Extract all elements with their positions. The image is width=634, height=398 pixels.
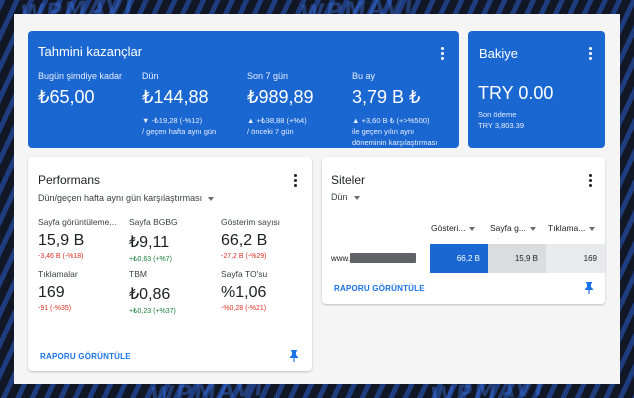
metric-value: 3,79 B ₺ — [352, 87, 421, 107]
sites-title: Siteler — [331, 173, 366, 187]
metric-comparison-note: / önceki 7 gün — [247, 127, 294, 136]
redacted-site-name — [350, 253, 416, 263]
metric-comparison: ▲ +₺38,88 (+%4) / önceki 7 gün — [247, 115, 314, 137]
metric-change: ▲ +3,60 B ₺ (+>%500) — [352, 116, 430, 125]
stat-change: -%0,28 (-%21) — [221, 305, 267, 312]
chevron-down-icon — [353, 195, 360, 200]
stat-label: TBM — [129, 269, 147, 279]
metric-value: ₺65,00 — [38, 87, 95, 107]
metric-comparison-note: ile geçen yılın aynı — [352, 127, 415, 136]
metric-today: Bugün şimdiye kadar ₺65,00 — [38, 71, 122, 108]
sites-card: Siteler Dün Gösteri... Sayfa g... Tıklam… — [322, 157, 605, 304]
comparison-dropdown-label: Dün/geçen hafta aynı gün karşılaştırması — [38, 193, 203, 203]
stat-change: +₺0,63 (+%7) — [129, 256, 172, 263]
metric-value: ₺989,89 — [247, 87, 314, 107]
stat-impressions[interactable]: Gösterim sayısı 66,2 B -27,2 B (-%29) — [221, 217, 309, 260]
more-options-icon[interactable] — [582, 172, 598, 188]
last-payment-value: TRY 3,803.39 — [478, 121, 525, 130]
column-header-label: Gösteri... — [431, 223, 466, 233]
site-name: www. — [331, 254, 351, 263]
more-options-icon[interactable] — [287, 172, 303, 188]
date-range-dropdown[interactable]: Dün — [331, 192, 360, 202]
balance-card[interactable]: Bakiye TRY 0.00 Son ödeme TRY 3,803.39 — [468, 31, 605, 148]
stat-value: 169 — [38, 284, 65, 301]
metric-comparison: ▲ +3,60 B ₺ (+>%500) ile geçen yılın ayn… — [352, 115, 437, 148]
sort-icon — [589, 226, 596, 231]
metric-change: ▲ +₺38,88 (+%4) — [247, 116, 307, 125]
metric-this-month: Bu ay 3,79 B ₺ ▲ +3,60 B ₺ (+>%500) ile … — [352, 71, 437, 148]
view-report-link[interactable]: RAPORU GÖRÜNTÜLE — [334, 284, 425, 293]
metric-comparison: ▼ -₺19,28 (-%12) / geçen hafta aynı gün — [142, 115, 216, 137]
stat-value: ₺0,86 — [129, 286, 171, 303]
stat-cpc[interactable]: TBM ₺0,86 +₺0,23 (+%37) — [129, 269, 217, 315]
stat-value: 66,2 B — [221, 232, 268, 249]
pin-icon[interactable] — [584, 282, 594, 294]
balance-title: Bakiye — [479, 46, 519, 61]
chevron-down-icon — [208, 196, 215, 201]
column-header-clicks[interactable]: Tıklama... — [548, 223, 596, 233]
sort-icon — [529, 226, 536, 231]
metric-last-7-days: Son 7 gün ₺989,89 ▲ +₺38,88 (+%4) / önce… — [247, 71, 314, 137]
metric-value: ₺144,88 — [142, 87, 209, 107]
stat-value: 15,9 B — [38, 232, 85, 249]
balance-value: TRY 0.00 — [478, 83, 554, 103]
stat-change: -91 (-%35) — [38, 305, 72, 312]
metric-label: Bu ay — [352, 71, 376, 81]
view-report-link[interactable]: RAPORU GÖRÜNTÜLE — [40, 352, 131, 361]
more-options-icon[interactable] — [434, 45, 450, 61]
stat-value: ₺9,11 — [129, 234, 170, 251]
stat-label: Sayfa TO'su — [221, 269, 268, 279]
clicks-cell: 169 — [546, 244, 605, 273]
date-range-label: Dün — [331, 192, 348, 202]
stat-label: Gösterim sayısı — [221, 217, 281, 227]
page-views-cell: 15,9 B — [488, 244, 546, 273]
stat-page-ctr[interactable]: Sayfa TO'su %1,06 -%0,28 (-%21) — [221, 269, 309, 312]
stat-page-views[interactable]: Sayfa görüntüleme... 15,9 B -3,46 B (-%1… — [38, 217, 126, 260]
metric-comparison-note: döneminin karşılaştırması — [352, 138, 438, 147]
stat-page-rpm[interactable]: Sayfa BGBG ₺9,11 +₺0,63 (+%7) — [129, 217, 217, 263]
table-row[interactable]: www. 66,2 B 15,9 B 169 — [322, 244, 605, 273]
impressions-cell: 66,2 B — [430, 244, 488, 273]
metric-change: ▼ -₺19,28 (-%12) — [142, 116, 203, 125]
last-payment: Son ödeme TRY 3,803.39 — [478, 109, 524, 131]
stat-change: -3,46 B (-%18) — [38, 253, 84, 260]
metric-label: Bugün şimdiye kadar — [38, 71, 123, 81]
stat-change: -27,2 B (-%29) — [221, 253, 267, 260]
stat-clicks[interactable]: Tıklamalar 169 -91 (-%35) — [38, 269, 126, 312]
stat-label: Tıklamalar — [38, 269, 78, 279]
last-payment-label: Son ödeme — [478, 110, 517, 119]
metric-label: Son 7 gün — [247, 71, 289, 81]
stat-value: %1,06 — [221, 284, 267, 301]
performance-card: Performans Dün/geçen hafta aynı gün karş… — [28, 157, 312, 371]
stat-label: Sayfa görüntüleme... — [38, 217, 117, 227]
metric-label: Dün — [142, 71, 159, 81]
stat-change: +₺0,23 (+%37) — [129, 308, 176, 315]
estimated-earnings-card[interactable]: Tahmini kazançlar Bugün şimdiye kadar ₺6… — [28, 31, 459, 148]
more-options-icon[interactable] — [582, 45, 598, 61]
metric-yesterday: Dün ₺144,88 ▼ -₺19,28 (-%12) / geçen haf… — [142, 71, 216, 137]
column-header-impressions[interactable]: Gösteri... — [431, 223, 476, 233]
column-header-label: Sayfa g... — [490, 223, 526, 233]
site-cell: www. — [322, 244, 430, 273]
performance-title: Performans — [38, 173, 101, 187]
sort-icon — [469, 226, 476, 231]
column-header-page-views[interactable]: Sayfa g... — [490, 223, 536, 233]
stat-label: Sayfa BGBG — [129, 217, 178, 227]
pin-icon[interactable] — [289, 350, 299, 362]
column-header-label: Tıklama... — [548, 223, 586, 233]
earnings-title: Tahmini kazançlar — [38, 44, 143, 59]
metric-comparison-note: / geçen hafta aynı gün — [142, 127, 217, 136]
comparison-dropdown[interactable]: Dün/geçen hafta aynı gün karşılaştırması — [38, 193, 215, 203]
